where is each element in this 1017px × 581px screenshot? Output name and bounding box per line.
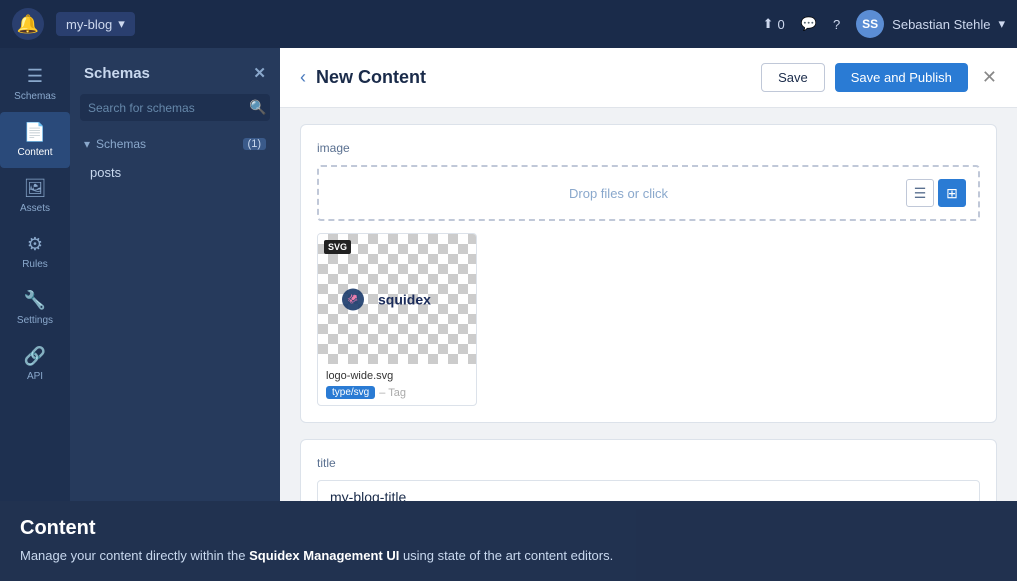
sidebar-item-content[interactable]: 📄 Content	[0, 112, 70, 168]
image-view-toggles: ☰ ⊞	[906, 179, 966, 207]
image-card-tags: type/svg – Tag	[326, 386, 468, 399]
tooltip-title: Content	[20, 517, 997, 540]
grid-view-button[interactable]: ⊞	[938, 179, 966, 207]
content-header-left: ‹ New Content	[300, 67, 426, 88]
schemas-section: ▾ Schemas (1) posts	[70, 133, 280, 186]
question-icon: ?	[833, 17, 840, 32]
tag-placeholder[interactable]: – Tag	[379, 387, 406, 399]
top-navigation: 🔔 my-blog ▾ ⬆ 0 💬 ? SS Sebastian Stehle …	[0, 0, 1017, 48]
image-card-preview: SVG 🦑 squidex	[318, 234, 477, 364]
schemas-section-header: ▾ Schemas (1)	[80, 133, 270, 159]
image-filename: logo-wide.svg	[326, 370, 468, 382]
sidebar-item-rules-label: Rules	[22, 259, 48, 270]
schemas-panel-title: Schemas	[84, 65, 150, 82]
help-btn[interactable]: ?	[833, 17, 840, 32]
image-section: image Drop files or click ☰ ⊞	[300, 124, 997, 423]
dropdown-icon: ▾	[118, 16, 125, 32]
list-view-icon: ☰	[914, 185, 927, 202]
sidebar-item-settings-label: Settings	[17, 315, 53, 326]
main-layout: ☰ Schemas 📄 Content 🖼 Assets ⚙ Rules 🔧 S…	[0, 48, 1017, 501]
bottom-tooltip: Content Manage your content directly wit…	[0, 501, 1017, 581]
schemas-count: (1)	[243, 138, 266, 150]
title-section-label: title	[317, 456, 980, 470]
content-icon: 📄	[24, 122, 46, 143]
rules-icon: ⚙	[27, 234, 43, 255]
sidebar-item-schemas-label: Schemas	[14, 91, 56, 102]
blog-selector[interactable]: my-blog ▾	[56, 12, 135, 36]
list-view-button[interactable]: ☰	[906, 179, 934, 207]
chat-icon: 💬	[801, 16, 817, 32]
image-card-footer: logo-wide.svg type/svg – Tag	[318, 364, 476, 405]
username: Sebastian Stehle	[892, 17, 990, 32]
image-cards: SVG 🦑 squidex logo-wide.svg type/s	[317, 233, 980, 406]
upload-icon: ⬆	[763, 16, 774, 32]
bell-icon: 🔔	[17, 14, 39, 35]
sidebar-item-api[interactable]: 🔗 API	[0, 336, 70, 392]
sidebar-item-content-label: Content	[17, 147, 52, 158]
content-header-actions: Save Save and Publish ✕	[761, 63, 997, 92]
highlight-text: Squidex Management UI	[249, 548, 399, 563]
title-section: title	[300, 439, 997, 501]
squidex-logo: 🦑 squidex	[338, 282, 458, 317]
close-button[interactable]: ✕	[982, 67, 997, 88]
save-button[interactable]: Save	[761, 63, 825, 92]
dropzone-text: Drop files or click	[331, 186, 906, 201]
content-form: image Drop files or click ☰ ⊞	[280, 108, 1017, 501]
content-area: ‹ New Content Save Save and Publish ✕ im…	[280, 48, 1017, 501]
schema-item-posts-label: posts	[90, 165, 121, 180]
sidebar-item-rules[interactable]: ⚙ Rules	[0, 224, 70, 280]
image-dropzone[interactable]: Drop files or click ☰ ⊞	[317, 165, 980, 221]
api-icon: 🔗	[24, 346, 46, 367]
schemas-panel: Schemas ✕ 🔍 ▾ Schemas (1) posts	[70, 48, 280, 501]
schemas-icon: ☰	[27, 66, 43, 87]
title-input[interactable]	[317, 480, 980, 501]
upload-btn[interactable]: ⬆ 0	[763, 16, 785, 32]
sidebar-icons: ☰ Schemas 📄 Content 🖼 Assets ⚙ Rules 🔧 S…	[0, 48, 70, 501]
blog-selector-label: my-blog	[66, 17, 112, 32]
user-dropdown-icon: ▾	[998, 16, 1005, 32]
schemas-search-input[interactable]	[88, 101, 243, 115]
notifications-btn[interactable]: 💬	[801, 16, 817, 32]
upload-count: 0	[778, 17, 785, 32]
avatar: SS	[856, 10, 884, 38]
content-header: ‹ New Content Save Save and Publish ✕	[280, 48, 1017, 108]
back-button[interactable]: ‹	[300, 67, 306, 88]
schemas-section-label: Schemas	[96, 137, 146, 151]
sidebar-item-settings[interactable]: 🔧 Settings	[0, 280, 70, 336]
grid-view-icon: ⊞	[946, 185, 958, 202]
image-section-label: image	[317, 141, 980, 155]
page-title: New Content	[316, 67, 426, 88]
sidebar-item-assets-label: Assets	[20, 203, 50, 214]
svg-text:🦑: 🦑	[347, 293, 358, 304]
svg-text:squidex: squidex	[378, 291, 431, 307]
save-and-publish-button[interactable]: Save and Publish	[835, 63, 968, 92]
collapse-icon[interactable]: ▾	[84, 137, 90, 151]
svg-badge: SVG	[324, 240, 351, 254]
sidebar-item-schemas[interactable]: ☰ Schemas	[0, 56, 70, 112]
user-menu[interactable]: SS Sebastian Stehle ▾	[856, 10, 1005, 38]
sidebar-item-assets[interactable]: 🖼 Assets	[0, 168, 70, 224]
settings-icon: 🔧	[24, 290, 46, 311]
image-card: SVG 🦑 squidex logo-wide.svg type/s	[317, 233, 477, 406]
search-icon: 🔍	[249, 99, 266, 116]
schemas-search-container: 🔍	[80, 94, 270, 121]
close-schemas-icon[interactable]: ✕	[253, 64, 266, 82]
top-nav-icons: ⬆ 0 💬 ? SS Sebastian Stehle ▾	[763, 10, 1005, 38]
tooltip-text: Manage your content directly within the …	[20, 546, 997, 566]
assets-icon: 🖼	[24, 178, 47, 199]
schemas-panel-header: Schemas ✕	[70, 48, 280, 94]
schema-item-posts[interactable]: posts	[80, 159, 270, 186]
app-logo: 🔔	[12, 8, 44, 40]
sidebar-item-api-label: API	[27, 371, 43, 382]
type-tag[interactable]: type/svg	[326, 386, 375, 399]
